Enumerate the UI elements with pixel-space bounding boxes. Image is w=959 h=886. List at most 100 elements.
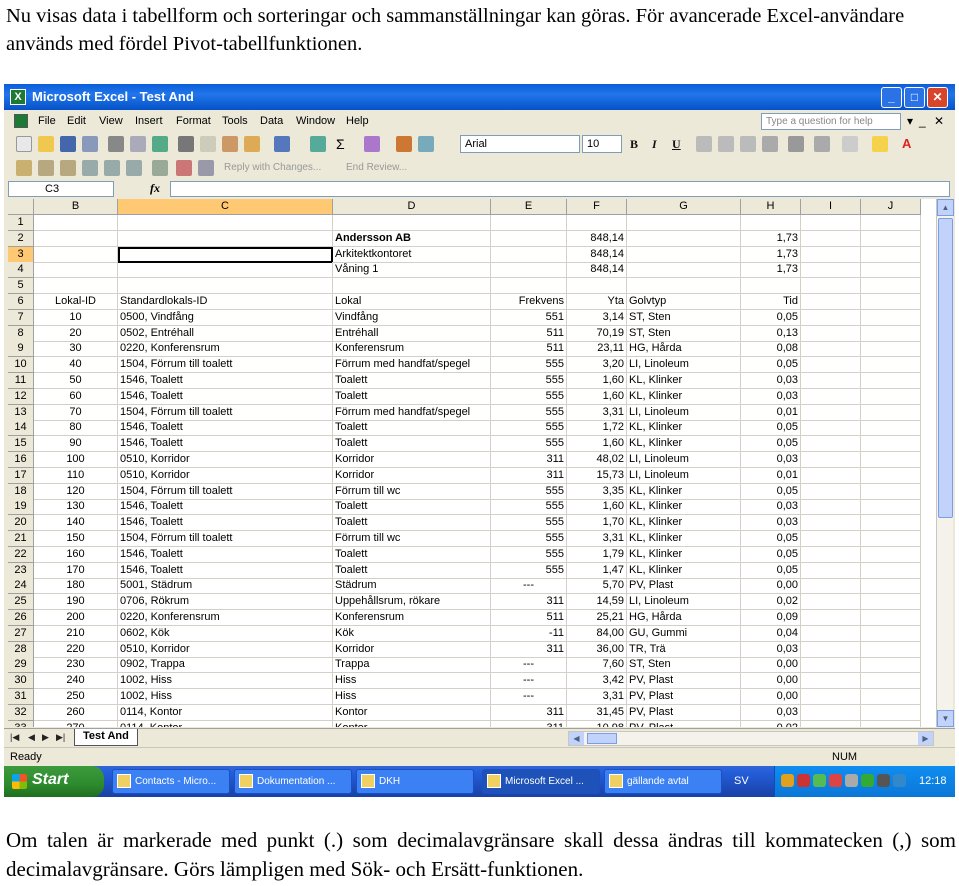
cell-e[interactable]: Frekvens [491, 294, 567, 310]
cell-d[interactable]: Toalett [333, 388, 491, 405]
menu-edit[interactable]: Edit [67, 115, 86, 127]
cell-h[interactable]: 0,05 [741, 562, 801, 579]
cell-b[interactable]: 270 [34, 720, 118, 727]
cell-b[interactable]: 150 [34, 531, 118, 547]
cell-i[interactable] [801, 578, 861, 595]
cell-e[interactable]: 555 [491, 499, 567, 516]
cell-h[interactable]: 0,00 [741, 673, 801, 690]
cell-f[interactable]: 848,14 [567, 230, 627, 247]
cell-i[interactable] [801, 610, 861, 626]
task-excel[interactable]: Microsoft Excel ... [482, 769, 600, 794]
start-button[interactable]: Start [4, 766, 104, 797]
cell-c[interactable]: 1504, Förrum till toalett [118, 531, 333, 547]
spelling-icon[interactable] [152, 136, 168, 152]
row-header[interactable]: 29 [8, 657, 34, 674]
scroll-left-icon[interactable]: ◀ [569, 732, 584, 745]
cell-j[interactable] [861, 610, 921, 626]
cell-f[interactable]: 48,02 [567, 452, 627, 468]
column-header-c[interactable]: C [118, 199, 333, 215]
cell-j[interactable] [861, 641, 921, 658]
cell-i[interactable] [801, 531, 861, 547]
cell-b[interactable]: 190 [34, 594, 118, 611]
column-header-b[interactable]: B [34, 199, 118, 215]
cell-b[interactable]: 100 [34, 452, 118, 468]
cell-c[interactable]: 1546, Toalett [118, 388, 333, 405]
cell-g[interactable]: Golvtyp [627, 294, 741, 310]
cell-j[interactable] [861, 215, 921, 231]
cell-d[interactable]: Lokal [333, 294, 491, 310]
minimize-button[interactable]: _ [881, 87, 902, 108]
cell-h[interactable]: 0,00 [741, 578, 801, 595]
cell-h[interactable]: 0,05 [741, 357, 801, 374]
cell-c[interactable]: 1546, Toalett [118, 499, 333, 516]
cell-j[interactable] [861, 357, 921, 374]
cell-h[interactable]: 0,05 [741, 531, 801, 547]
copy-icon[interactable] [200, 136, 216, 152]
cell-h[interactable]: 0,03 [741, 499, 801, 516]
cell-h[interactable]: 0,13 [741, 325, 801, 342]
currency-icon[interactable] [788, 136, 804, 152]
cell-b[interactable]: 220 [34, 641, 118, 658]
cell-c[interactable]: 1546, Toalett [118, 436, 333, 453]
cell-i[interactable] [801, 704, 861, 721]
cell-h[interactable]: 0,05 [741, 420, 801, 437]
font-color-icon[interactable]: A [902, 136, 918, 152]
row-header[interactable]: 6 [8, 294, 34, 310]
bold-button[interactable]: B [630, 137, 638, 152]
permission-icon[interactable] [82, 136, 98, 152]
column-header-h[interactable]: H [741, 199, 801, 215]
cell-f[interactable]: 31,45 [567, 704, 627, 721]
cell-c[interactable]: 0502, Entréhall [118, 325, 333, 342]
merge-center-icon[interactable] [762, 136, 778, 152]
toolbar2-icon-9[interactable] [198, 160, 214, 176]
row-header[interactable]: 15 [8, 436, 34, 453]
cell-f[interactable]: 3,35 [567, 483, 627, 500]
hyperlink-icon[interactable] [310, 136, 326, 152]
cell-d[interactable]: Entréhall [333, 325, 491, 342]
undo-icon[interactable] [274, 136, 290, 152]
cell-e[interactable]: 511 [491, 325, 567, 342]
cell-e[interactable]: 555 [491, 357, 567, 374]
cell-b[interactable]: 230 [34, 657, 118, 674]
cell-c[interactable]: 0114, Kontor [118, 704, 333, 721]
first-sheet-icon[interactable]: |◀ [10, 732, 19, 743]
cell-j[interactable] [861, 246, 921, 263]
cell-b[interactable]: 120 [34, 483, 118, 500]
cell-g[interactable]: PV, Plast [627, 720, 741, 727]
cell-d[interactable]: Förrum med handfat/spegel [333, 404, 491, 421]
menu-view[interactable]: View [99, 115, 123, 127]
row-header[interactable]: 11 [8, 373, 34, 389]
cell-j[interactable] [861, 531, 921, 547]
cell-h[interactable]: 0,05 [741, 546, 801, 563]
cell-f[interactable]: 3,31 [567, 531, 627, 547]
cell-j[interactable] [861, 420, 921, 437]
cell-c[interactable]: 5001, Städrum [118, 578, 333, 595]
cell-e[interactable]: 311 [491, 452, 567, 468]
cell-b[interactable]: 70 [34, 404, 118, 421]
cell-b[interactable] [34, 278, 118, 295]
row-header[interactable]: 21 [8, 531, 34, 547]
maximize-button[interactable]: □ [904, 87, 925, 108]
cell-d[interactable]: Städrum [333, 578, 491, 595]
cell-f[interactable]: 848,14 [567, 262, 627, 279]
workbook-icon[interactable] [14, 114, 28, 128]
cell-c[interactable] [118, 230, 333, 247]
toolbar2-icon-6[interactable] [126, 160, 142, 176]
cell-i[interactable] [801, 546, 861, 563]
cell-i[interactable] [801, 278, 861, 295]
menu-insert[interactable]: Insert [135, 115, 163, 127]
cell-h[interactable]: 0,03 [741, 388, 801, 405]
cell-g[interactable]: ST, Sten [627, 325, 741, 342]
cell-j[interactable] [861, 499, 921, 516]
toolbar2-icon-4[interactable] [82, 160, 98, 176]
row-header[interactable]: 19 [8, 499, 34, 516]
cell-h[interactable]: 0,05 [741, 483, 801, 500]
cell-j[interactable] [861, 467, 921, 484]
cell-h[interactable]: 0,05 [741, 309, 801, 326]
cell-g[interactable]: KL, Klinker [627, 515, 741, 532]
row-header[interactable]: 17 [8, 467, 34, 484]
cell-d[interactable]: Kök [333, 625, 491, 642]
cell-d[interactable]: Kontor [333, 704, 491, 721]
language-indicator[interactable]: SV [734, 775, 749, 787]
cell-g[interactable]: KL, Klinker [627, 546, 741, 563]
